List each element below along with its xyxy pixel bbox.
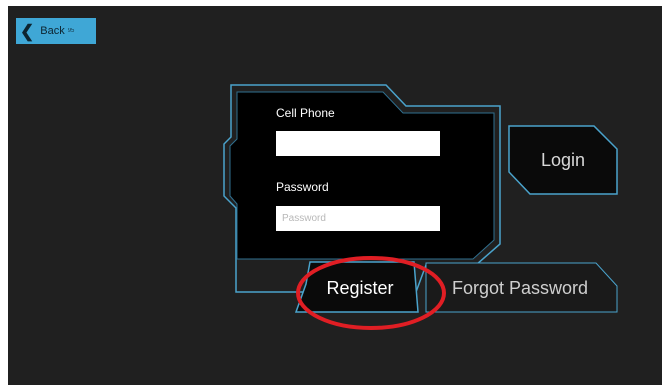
login-panel-frame — [223, 84, 618, 330]
back-button-label: Back — [40, 25, 65, 37]
form-panel-inner — [229, 91, 495, 260]
register-button-label: Register — [326, 277, 394, 298]
password-input[interactable] — [276, 206, 440, 231]
cell-phone-input[interactable] — [276, 131, 440, 156]
login-button[interactable]: Login — [514, 130, 612, 190]
forgot-password-label: Forgot Password — [451, 277, 589, 298]
password-label: Password — [276, 180, 329, 194]
chevron-left-icon: ❮ — [20, 21, 35, 41]
back-button-badge: 95 — [67, 28, 75, 34]
register-button[interactable]: Register — [308, 268, 412, 308]
game-screen: ❮ Back 95 Cell Phone Password Login Regi… — [8, 6, 662, 385]
forgot-password-button[interactable]: Forgot Password — [430, 268, 610, 308]
cell-phone-label: Cell Phone — [276, 106, 335, 120]
back-button[interactable]: ❮ Back 95 — [16, 18, 96, 44]
login-button-label: Login — [540, 149, 586, 170]
